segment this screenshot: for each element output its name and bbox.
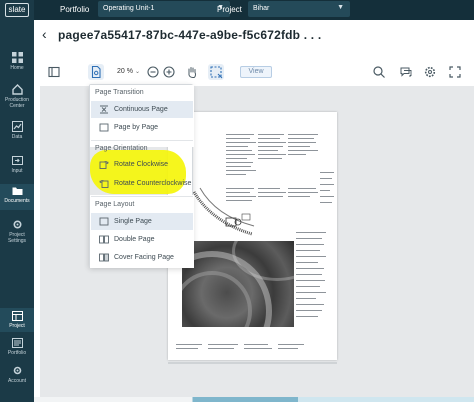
portfolio-icon xyxy=(11,338,23,348)
chart-icon xyxy=(11,121,23,132)
account-icon xyxy=(13,366,21,375)
page-settings-menu: Page Transition Continuous Page Page by … xyxy=(89,84,194,268)
grid-icon xyxy=(11,52,23,63)
folder-icon xyxy=(12,187,22,195)
select-area-icon[interactable] xyxy=(208,64,224,80)
page-orientation-title: Page Orientation xyxy=(95,145,148,152)
slate-logo[interactable]: slate xyxy=(5,3,29,17)
view-button[interactable]: View xyxy=(240,66,272,78)
sidebar-item-label: Home xyxy=(10,65,24,71)
expand-icon[interactable] xyxy=(447,64,463,80)
page-layout-title: Page Layout xyxy=(95,201,135,208)
project-icon xyxy=(11,311,23,321)
project-value: Bihar xyxy=(253,5,270,12)
single-page-icon xyxy=(99,217,109,226)
menu-divider xyxy=(91,196,193,197)
menu-item-double-page[interactable]: Double Page xyxy=(91,231,193,248)
sidebar-item-production-center[interactable]: Production Center xyxy=(0,84,34,109)
portfolio-select[interactable]: Operating Unit-1 ▼ xyxy=(98,1,230,17)
rotate-counterclockwise-icon xyxy=(99,180,109,188)
menu-divider xyxy=(91,140,193,141)
sidebar-item-data[interactable]: Data xyxy=(0,121,34,140)
project-select[interactable]: Bihar ▼ xyxy=(248,1,350,17)
comments-icon[interactable] xyxy=(398,64,414,80)
menu-item-label: Page by Page xyxy=(114,124,158,131)
portfolio-value: Operating Unit-1 xyxy=(103,5,155,12)
title-bar: ‹ pagee7a55417-87bc-447e-a9be-f5c672fdb … xyxy=(34,20,474,54)
home-icon xyxy=(11,84,23,95)
page-separator xyxy=(168,362,337,364)
menu-item-rotate-counterclockwise[interactable]: Rotate Counterclockwise xyxy=(91,175,193,192)
aerial-photo xyxy=(182,241,294,327)
zoom-value[interactable]: 20 % xyxy=(117,68,133,75)
sidebar-item-documents[interactable]: Documents xyxy=(0,184,34,210)
zoom-out-icon[interactable] xyxy=(145,64,161,80)
sidebar-item-label: Data xyxy=(11,134,23,140)
site-plan-drawing xyxy=(192,187,255,236)
sidebar-item-label: Project Settings xyxy=(7,232,27,244)
zoom-in-icon[interactable] xyxy=(161,64,177,80)
gear-icon xyxy=(12,220,22,229)
cover-facing-page-icon xyxy=(99,253,109,262)
menu-item-label: Single Page xyxy=(114,218,152,225)
menu-item-label: Cover Facing Page xyxy=(114,254,174,261)
sidebar-toggle-icon[interactable] xyxy=(46,64,62,80)
sidebar-item-project-settings[interactable]: Project Settings xyxy=(0,219,34,244)
menu-item-label: Rotate Counterclockwise xyxy=(114,180,192,187)
zoom-chevron-icon[interactable]: ⌄ xyxy=(135,68,140,75)
sidebar-item-portfolio[interactable]: Portfolio xyxy=(0,338,34,356)
bottom-strip xyxy=(34,397,474,402)
continuous-page-icon xyxy=(100,105,108,114)
sidebar-item-label: Input xyxy=(11,168,23,174)
page-by-page-icon xyxy=(99,123,109,132)
pan-hand-icon[interactable] xyxy=(184,64,200,80)
settings-gear-icon[interactable] xyxy=(422,64,438,80)
viewer-toolbar: 20 % ⌄ View xyxy=(40,62,461,82)
sidebar: slate Home Production Center Data Input … xyxy=(0,0,34,402)
portfolio-label: Portfolio xyxy=(60,5,90,14)
menu-item-cover-facing-page[interactable]: Cover Facing Page xyxy=(91,249,193,266)
project-label: Project xyxy=(217,5,242,14)
menu-item-label: Double Page xyxy=(114,236,155,243)
sidebar-item-label: Portfolio xyxy=(7,350,27,356)
sidebar-item-label: Account xyxy=(7,378,27,384)
chevron-down-icon: ▼ xyxy=(337,4,344,11)
menu-item-single-page[interactable]: Single Page xyxy=(91,213,193,230)
sidebar-item-project[interactable]: Project xyxy=(0,308,34,332)
sidebar-item-label: Project xyxy=(9,323,25,329)
top-bar: Portfolio Operating Unit-1 ▼ Project Bih… xyxy=(34,0,474,20)
sidebar-item-label: Documents xyxy=(4,198,30,204)
page-title: pagee7a55417-87bc-447e-a9be-f5c672fdb . … xyxy=(58,28,322,42)
app-root: slate Home Production Center Data Input … xyxy=(0,0,474,402)
search-icon[interactable] xyxy=(371,64,387,80)
page-transition-title: Page Transition xyxy=(95,89,144,96)
sidebar-item-input[interactable]: Input xyxy=(0,155,34,174)
menu-item-label: Continuous Page xyxy=(114,106,168,113)
sidebar-item-account[interactable]: Account xyxy=(0,365,34,384)
menu-item-label: Rotate Clockwise xyxy=(114,161,169,168)
sidebar-item-home[interactable]: Home xyxy=(0,52,34,71)
input-icon xyxy=(11,156,23,165)
menu-item-rotate-clockwise[interactable]: Rotate Clockwise xyxy=(91,156,193,173)
rotate-clockwise-icon xyxy=(99,161,109,169)
sidebar-item-label: Production Center xyxy=(5,97,29,109)
menu-item-continuous-page[interactable]: Continuous Page xyxy=(91,101,193,118)
page-settings-icon[interactable] xyxy=(88,64,104,80)
back-arrow-icon[interactable]: ‹ xyxy=(42,26,47,42)
menu-item-page-by-page[interactable]: Page by Page xyxy=(91,119,193,136)
double-page-icon xyxy=(99,235,109,244)
